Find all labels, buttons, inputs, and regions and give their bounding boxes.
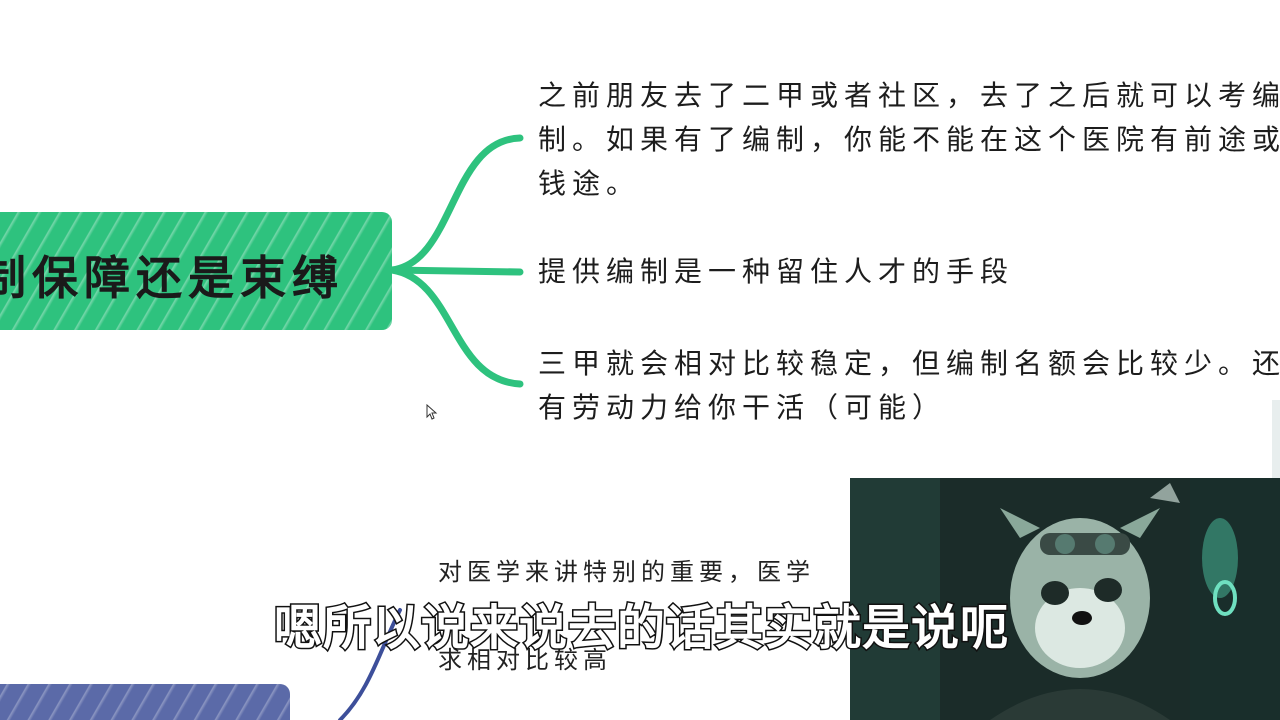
video-subtitle: 嗯所以说来说去的话其实就是说呃 xyxy=(272,599,1010,658)
branch-2-text[interactable]: 提供编制是一种留住人才的手段 xyxy=(538,250,1014,294)
mouse-pointer-icon xyxy=(426,404,438,420)
branch-1-line-2: 制。如果有了编制，你能不能在这个医院有前途或者 xyxy=(538,123,1280,156)
connector-branch-2 xyxy=(388,266,524,276)
branch-3-text[interactable]: 三甲就会相对比较稳定，但编制名额会比较少。还能 有劳动力给你干活（可能） xyxy=(538,342,1280,430)
connector-branch-3 xyxy=(388,266,524,388)
offscreen-node-edge xyxy=(1272,400,1280,478)
central-topic-node[interactable]: 制保障还是束缚 xyxy=(0,212,392,330)
branch-1-line-3: 钱途。 xyxy=(538,167,641,200)
connector-branch-1 xyxy=(388,134,524,274)
branch-2-line-1: 提供编制是一种留住人才的手段 xyxy=(538,255,1015,288)
branch-1-line-1: 之前朋友去了二甲或者社区，去了之后就可以考编 xyxy=(538,79,1280,112)
central-topic-label: 制保障还是束缚 xyxy=(0,251,344,305)
branch-3-line-1: 三甲就会相对比较稳定，但编制名额会比较少。还能 xyxy=(538,347,1280,380)
branch-3-line-2: 有劳动力给你干活（可能） xyxy=(538,391,947,424)
lower-topic-node[interactable] xyxy=(0,684,290,720)
hatch-texture xyxy=(0,684,290,720)
branch-1-text[interactable]: 之前朋友去了二甲或者社区，去了之后就可以考编 制。如果有了编制，你能不能在这个医… xyxy=(538,74,1280,206)
slide-canvas: 制保障还是束缚 之前朋友去了二甲或者社区，去了之后就可以考编 制。如果有了编制，… xyxy=(0,0,1280,720)
lower-branch-line-1: 对医学来讲特别的重要，医学 xyxy=(438,558,815,586)
